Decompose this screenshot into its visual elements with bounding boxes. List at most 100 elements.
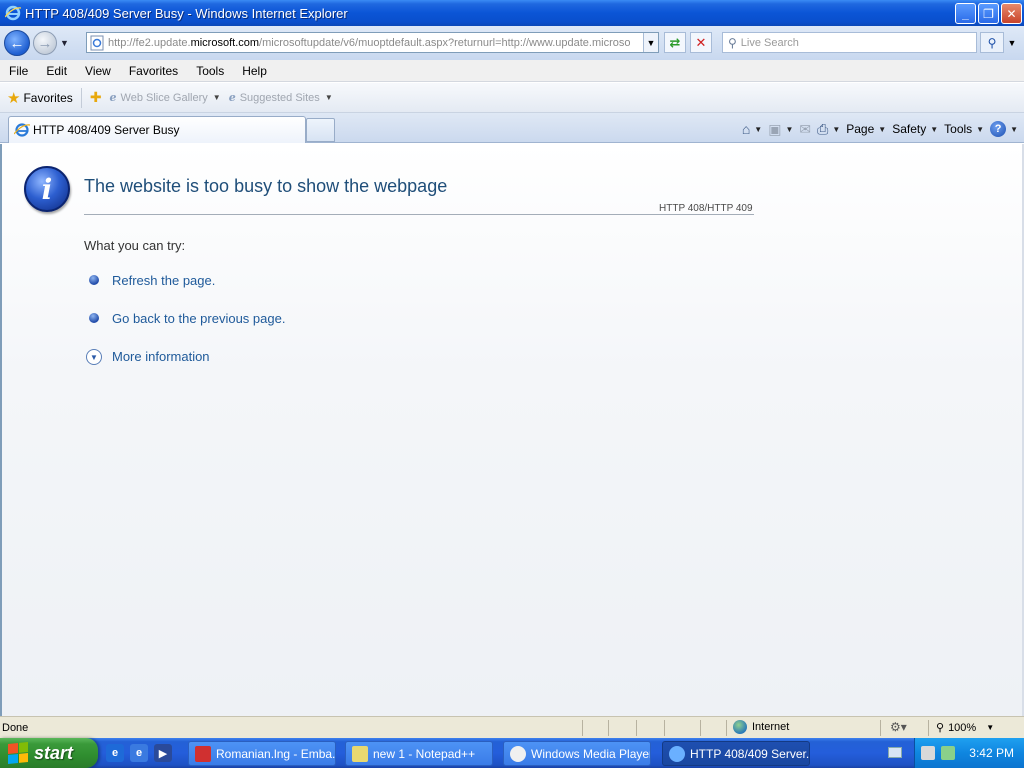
address-dropdown-button[interactable]: ▼ xyxy=(643,33,658,52)
internet-explorer-icon xyxy=(5,5,21,21)
suggested-sites-link[interactable]: e Suggested Sites ▼ xyxy=(229,91,333,104)
print-button[interactable]: ⎙ ▼ xyxy=(817,121,840,138)
menu-favorites[interactable]: Favorites xyxy=(120,64,187,78)
chevron-down-icon: ▼ xyxy=(754,124,763,134)
go-back-link[interactable]: Go back to the previous page. xyxy=(112,311,285,326)
chevron-down-icon: ▼ xyxy=(976,124,985,134)
taskbar-button-romanian[interactable]: Romanian.lng - Emba... xyxy=(188,741,336,766)
taskbar-button-ie[interactable]: HTTP 408/409 Server... xyxy=(662,741,810,766)
forward-button[interactable]: → xyxy=(33,31,57,55)
feeds-button[interactable]: ▣ ▼ xyxy=(768,121,793,138)
system-tray: 3:42 PM xyxy=(914,738,1024,768)
search-input[interactable]: ⚲ Live Search xyxy=(722,32,977,53)
back-arrow-icon: ← xyxy=(9,34,25,52)
error-code: HTTP 408/HTTP 409 xyxy=(659,203,753,214)
menu-file[interactable]: File xyxy=(0,64,37,78)
help-menu[interactable]: ? ▼ xyxy=(990,121,1018,137)
window-controls: _ ❐ ✕ xyxy=(955,3,1022,24)
zoom-control[interactable]: ⚲ 100% ▼ xyxy=(936,721,995,735)
favorites-button[interactable]: Favorites xyxy=(23,91,72,105)
web-slice-gallery-link[interactable]: e Web Slice Gallery ▼ xyxy=(110,91,221,104)
minimize-button[interactable]: _ xyxy=(955,3,976,24)
taskbar-button-media-player[interactable]: Windows Media Player xyxy=(503,741,651,766)
menu-tools[interactable]: Tools xyxy=(187,64,233,78)
menu-view[interactable]: View xyxy=(76,64,120,78)
new-tab-button[interactable] xyxy=(306,118,335,142)
help-icon: ? xyxy=(990,121,1007,137)
internet-explorer-icon xyxy=(669,745,685,762)
chevron-down-icon: ▼ xyxy=(986,723,995,732)
search-placeholder: Live Search xyxy=(740,36,799,49)
chevron-down-icon: ▼ xyxy=(832,124,841,134)
search-icon: ⚲ xyxy=(987,35,997,50)
status-divider xyxy=(928,720,929,736)
close-button[interactable]: ✕ xyxy=(1001,3,1022,24)
page-menu[interactable]: Page ▼ xyxy=(846,122,886,136)
address-bar-row: ← → ▼ http://fe2.update.microsoft.com/mi… xyxy=(0,26,1024,60)
tab-active[interactable]: HTTP 408/409 Server Busy xyxy=(8,116,306,143)
home-button[interactable]: ⌂ ▼ xyxy=(742,121,762,137)
menu-edit[interactable]: Edit xyxy=(37,64,76,78)
security-zone[interactable]: Internet xyxy=(733,720,789,734)
refresh-button[interactable]: ⇄ xyxy=(664,32,686,53)
expand-chevron-icon[interactable]: ▼ xyxy=(86,349,102,365)
address-input[interactable]: http://fe2.update.microsoft.com/microsof… xyxy=(86,32,659,53)
quick-launch: e e ▶ xyxy=(106,744,172,762)
quick-launch-ie-alt-icon[interactable]: e xyxy=(130,744,148,762)
keyboard-icon[interactable] xyxy=(888,747,902,758)
url-suffix: /microsoftupdate/v6/muoptdefault.aspx?re… xyxy=(259,36,631,49)
favorites-bar: ★ Favorites ✚ e Web Slice Gallery ▼ e Sugge… xyxy=(0,83,1024,113)
page-icon xyxy=(90,35,104,50)
taskbar-button-notepad[interactable]: new 1 - Notepad++ xyxy=(345,741,493,766)
tab-label: HTTP 408/409 Server Busy xyxy=(33,123,180,137)
menu-help[interactable]: Help xyxy=(233,64,276,78)
status-divider xyxy=(726,720,727,736)
more-information-link[interactable]: More information xyxy=(112,349,210,364)
recent-pages-dropdown[interactable]: ▼ xyxy=(60,38,69,48)
web-slice-gallery-label: Web Slice Gallery xyxy=(120,91,208,104)
mail-icon: ✉ xyxy=(799,120,812,137)
notepad-icon xyxy=(352,745,368,762)
clock[interactable]: 3:42 PM xyxy=(969,746,1014,760)
title-bar: HTTP 408/409 Server Busy - Windows Inter… xyxy=(0,0,1024,26)
heading-divider xyxy=(84,214,754,215)
internet-explorer-icon xyxy=(14,123,30,137)
url-domain: microsoft.com xyxy=(190,36,260,49)
search-button[interactable]: ⚲ xyxy=(980,32,1004,53)
search-provider-icon: ⚲ xyxy=(728,35,737,50)
taskbar-button-label: new 1 - Notepad++ xyxy=(373,746,476,761)
page-content: i The website is too busy to show the we… xyxy=(0,144,1024,716)
maximize-button[interactable]: ❐ xyxy=(978,3,999,24)
status-divider xyxy=(700,720,701,736)
printer-icon: ⎙ xyxy=(817,120,829,137)
read-mail-button[interactable]: ✉ xyxy=(799,121,811,138)
stop-button[interactable]: ✕ xyxy=(690,32,712,53)
status-divider xyxy=(636,720,637,736)
command-bar: ⌂ ▼ ▣ ▼ ✉ ⎙ ▼ Page ▼ Safety ▼ Tools ▼ ? ▼ xyxy=(742,118,1018,140)
menu-bar: File Edit View Favorites Tools Help xyxy=(0,60,1024,82)
tools-menu-label: Tools xyxy=(944,122,973,136)
zoom-level: 100% xyxy=(948,721,977,734)
tab-row: HTTP 408/409 Server Busy ⌂ ▼ ▣ ▼ ✉ ⎙ ▼ Page… xyxy=(0,113,1024,143)
start-button[interactable]: start xyxy=(0,738,98,768)
taskbar-button-label: Windows Media Player xyxy=(531,746,651,761)
refresh-page-link[interactable]: Refresh the page. xyxy=(112,273,215,288)
info-icon: i xyxy=(24,166,70,212)
chevron-down-icon: ▼ xyxy=(878,124,887,134)
quick-launch-ie-icon[interactable]: e xyxy=(106,744,124,762)
quick-launch-media-icon[interactable]: ▶ xyxy=(154,744,172,762)
start-label: start xyxy=(34,742,74,763)
status-divider xyxy=(664,720,665,736)
status-text: Done xyxy=(2,721,29,734)
search-options-dropdown[interactable]: ▼ xyxy=(1005,32,1019,53)
tray-app-icon[interactable] xyxy=(941,746,955,760)
add-to-favorites-bar-icon[interactable]: ✚ xyxy=(90,89,102,106)
taskbar-button-label: HTTP 408/409 Server... xyxy=(690,746,810,761)
tools-menu[interactable]: Tools ▼ xyxy=(944,122,984,136)
globe-icon xyxy=(733,720,747,734)
favorites-star-icon[interactable]: ★ xyxy=(7,89,20,107)
protected-mode-icon[interactable]: ⚙▾ xyxy=(890,720,907,734)
back-button[interactable]: ← xyxy=(4,30,30,56)
safety-menu[interactable]: Safety ▼ xyxy=(892,122,938,136)
network-icon[interactable] xyxy=(921,746,935,760)
